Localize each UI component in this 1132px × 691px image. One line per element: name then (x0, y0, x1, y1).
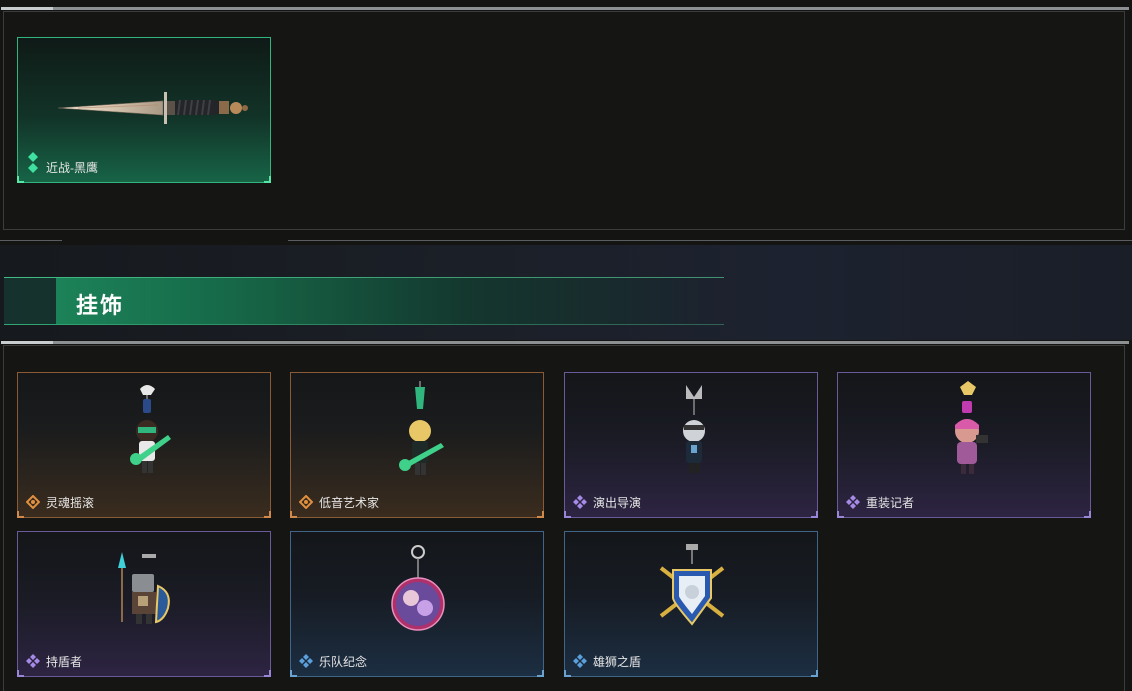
panel-top-divider (1, 7, 1129, 10)
charm-card-band-badge[interactable]: 乐队纪念 (290, 531, 544, 677)
charm-card-soul-rock[interactable]: 灵魂摇滚 (17, 372, 271, 518)
charm-name: 乐队纪念 (319, 655, 368, 669)
charm-name: 雄狮之盾 (593, 655, 642, 669)
charm-name: 低音艺术家 (319, 496, 380, 510)
rarity-purple-icon (846, 495, 860, 509)
charm-name: 演出导演 (593, 496, 642, 510)
charm-card-bass-artist[interactable]: 低音艺术家 (290, 372, 544, 518)
charm-card-shield-bearer[interactable]: 持盾者 (17, 531, 271, 677)
section-title: 挂饰 (76, 293, 125, 318)
divider-left (0, 240, 62, 241)
charm-name: 重装记者 (866, 496, 915, 510)
weapon-name: 近战-黑鹰 (46, 161, 98, 175)
charms-section-header: 挂饰 (4, 277, 724, 325)
charm-card-heavy-reporter[interactable]: 重装记者 (837, 372, 1091, 518)
rarity-blue-icon (573, 654, 587, 668)
rarity-purple-icon (573, 495, 587, 509)
panel-top-divider (1, 341, 1129, 344)
charms-panel: 灵魂摇滚 低音艺术家 演出导演 重装记者 持盾者 乐队纪念 雄狮之盾 (1, 341, 1129, 691)
charm-card-lion-shield[interactable]: 雄狮之盾 (564, 531, 818, 677)
rarity-green-icon (28, 152, 38, 173)
weapon-card-black-hawk[interactable]: 近战-黑鹰 (17, 37, 271, 183)
divider-right (288, 240, 1132, 241)
charm-name: 灵魂摇滚 (46, 496, 95, 510)
charm-card-stage-director[interactable]: 演出导演 (564, 372, 818, 518)
rarity-purple-icon (26, 654, 40, 668)
rarity-blue-icon (299, 654, 313, 668)
charm-name: 持盾者 (46, 655, 83, 669)
rarity-orange-icon (26, 495, 40, 509)
rarity-orange-icon (299, 495, 313, 509)
weapon-skins-panel: 近战-黑鹰 (1, 7, 1129, 230)
